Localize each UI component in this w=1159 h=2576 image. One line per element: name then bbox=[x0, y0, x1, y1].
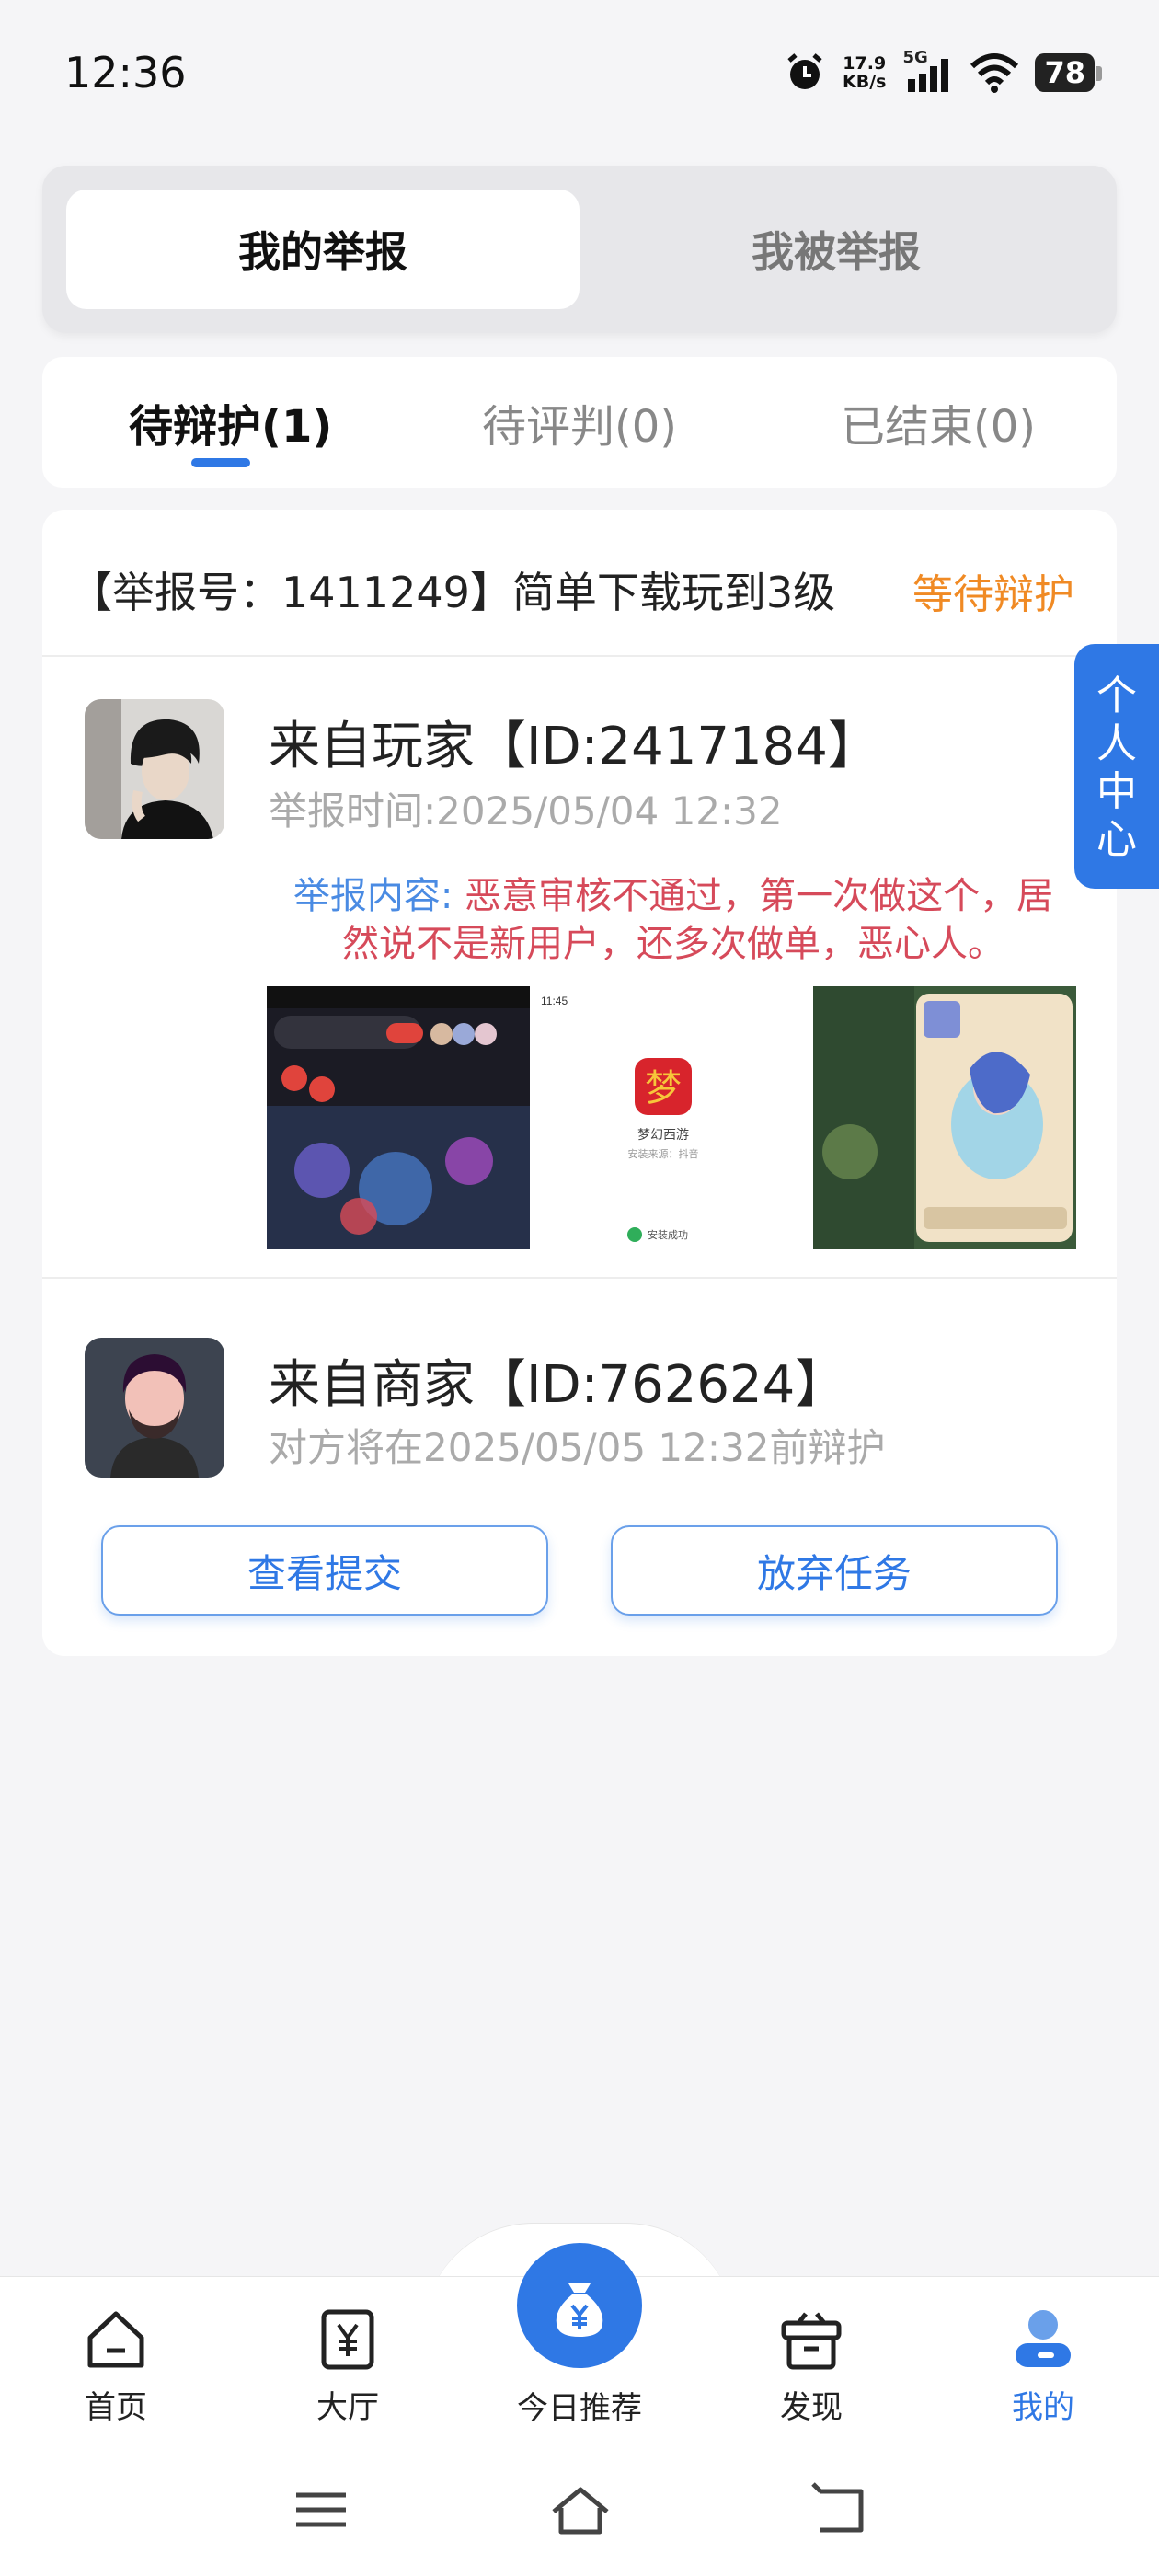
user-icon bbox=[1016, 2310, 1071, 2367]
status-icons: 17.9 KB/s 5G 78 bbox=[784, 48, 1102, 94]
svg-text:安装成功: 安装成功 bbox=[648, 1228, 688, 1241]
gift-box-icon bbox=[781, 2312, 842, 2370]
status-time: 12:36 bbox=[64, 48, 187, 98]
svg-text:梦幻西游: 梦幻西游 bbox=[637, 1128, 689, 1143]
abandon-task-button[interactable]: 放弃任务 bbox=[611, 1525, 1058, 1616]
yen-ticket-icon bbox=[321, 2309, 374, 2370]
tab-pending-defense[interactable]: 待辩护(1) bbox=[129, 390, 332, 454]
report-time: 举报时间:2025/05/04 12:32 bbox=[269, 788, 783, 834]
nav-hall[interactable]: 大厅 bbox=[265, 2306, 430, 2427]
home-nav-icon[interactable] bbox=[548, 2482, 613, 2537]
report-type-switch: 我的举报 我被举报 bbox=[42, 166, 1117, 333]
report-content-label: 举报内容: bbox=[293, 875, 453, 917]
svg-text:梦: 梦 bbox=[645, 1067, 682, 1110]
network-speed: 17.9 KB/s bbox=[843, 53, 887, 92]
status-bar: 12:36 17.9 KB/s 5G 78 bbox=[0, 0, 1159, 156]
signal-icon: 5G bbox=[902, 48, 954, 94]
menu-icon[interactable] bbox=[289, 2482, 353, 2537]
status-tabs: 待辩护(1) 待评判(0) 已结束(0) bbox=[42, 357, 1117, 488]
defense-deadline: 对方将在2025/05/05 12:32前辩护 bbox=[269, 1425, 886, 1470]
tab-my-reports[interactable]: 我的举报 bbox=[66, 190, 580, 309]
tab-pending-judgement[interactable]: 待评判(0) bbox=[482, 390, 677, 454]
alarm-icon bbox=[787, 53, 822, 89]
back-icon[interactable] bbox=[808, 2482, 872, 2537]
merchant-avatar[interactable] bbox=[85, 1338, 224, 1478]
report-card[interactable]: 【举报号：1411249】简单下载玩到3级 等待辩护 来自玩家【ID:24171… bbox=[42, 510, 1117, 1656]
active-tab-indicator bbox=[191, 458, 250, 467]
system-nav-bar bbox=[0, 2442, 1159, 2576]
divider bbox=[42, 655, 1117, 657]
view-submission-button[interactable]: 查看提交 bbox=[101, 1525, 548, 1616]
wifi-icon bbox=[970, 53, 1019, 93]
player-avatar[interactable] bbox=[85, 699, 224, 839]
nav-recommend-label: 今日推荐 bbox=[517, 2390, 642, 2427]
money-bag-icon bbox=[556, 2283, 603, 2337]
battery-indicator: 78 bbox=[1035, 53, 1102, 92]
reporter-title: 来自玩家【ID:2417184】 bbox=[269, 717, 879, 776]
divider bbox=[42, 1277, 1117, 1279]
nav-recommend-button[interactable] bbox=[517, 2243, 642, 2368]
nav-home[interactable]: 首页 bbox=[33, 2306, 199, 2427]
evidence-image-3[interactable] bbox=[813, 986, 1076, 1249]
nav-discover[interactable]: 发现 bbox=[729, 2306, 894, 2427]
svg-text:11:45: 11:45 bbox=[541, 995, 568, 1007]
evidence-image-1[interactable] bbox=[267, 986, 530, 1249]
nav-mine[interactable]: 我的 bbox=[960, 2306, 1126, 2427]
svg-text:安装来源：抖音: 安装来源：抖音 bbox=[628, 1147, 699, 1160]
tab-reported-against-me[interactable]: 我被举报 bbox=[580, 190, 1093, 309]
status-badge: 等待辩护 bbox=[912, 571, 1074, 618]
evidence-image-2[interactable]: 11:45 梦 梦幻西游 安装来源：抖音 安装成功 bbox=[532, 986, 795, 1249]
report-content: 举报内容: 恶意审核不通过，第一次做这个，居然说不是新用户，还多次做单，恶心人。 bbox=[278, 872, 1069, 968]
report-title: 【举报号：1411249】简单下载玩到3级 bbox=[70, 568, 836, 617]
tab-finished[interactable]: 已结束(0) bbox=[841, 390, 1036, 454]
merchant-title: 来自商家【ID:762624】 bbox=[269, 1355, 847, 1415]
home-icon bbox=[87, 2311, 144, 2368]
personal-center-button[interactable]: 个人中心 bbox=[1074, 644, 1159, 889]
